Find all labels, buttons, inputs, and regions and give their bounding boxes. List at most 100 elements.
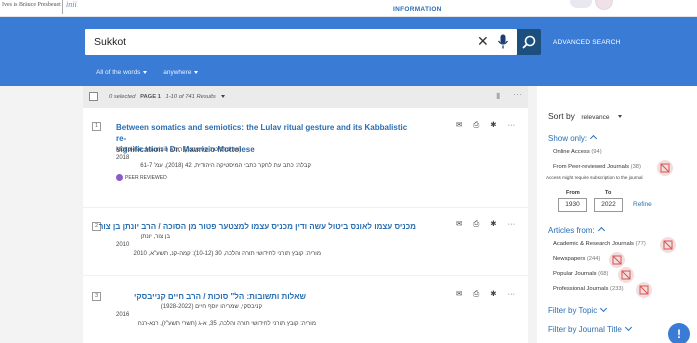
select-all-checkbox[interactable] [89, 92, 98, 101]
email-icon[interactable]: ✉ [456, 289, 462, 298]
chevron-down-icon [143, 70, 148, 74]
filter-professional-journals[interactable]: Professional Journals (233) [553, 286, 624, 292]
filter-count: (38) [630, 164, 641, 170]
result-author: קניבסקי, שמריהו יוסף חיים (1928-2022) [160, 304, 262, 310]
result-author: בן צור, יונתן [140, 234, 170, 240]
filter-newspapers[interactable]: Newspapers (244) [553, 256, 600, 262]
result-item: 3 שאלות ותשובות: הל" סוכות / הרב חיים קנ… [83, 285, 528, 340]
peer-reviewed-icon [116, 174, 123, 181]
refine-button[interactable]: Refine [633, 201, 652, 208]
pin-icon[interactable]: ✱ [490, 289, 496, 298]
library-logo[interactable]: inii [62, 0, 84, 14]
peer-reviewed-label: PEER REVIEWED [125, 174, 167, 181]
result-item: 2 מכניס עצמו לאונס ביטול עשה ודין מכניס … [83, 215, 528, 270]
result-number: 1 [92, 122, 101, 131]
result-divider [83, 207, 528, 208]
from-label: From [566, 190, 580, 196]
from-year-input[interactable]: 1930 [558, 198, 587, 212]
exclude-icon [663, 240, 673, 250]
advanced-search-link[interactable]: ADVANCED SEARCH [553, 39, 621, 46]
more-icon[interactable]: ··· [508, 289, 516, 298]
show-only-heading[interactable]: Show only: [548, 134, 598, 143]
filter-label: From Peer-reviewed Journals [553, 164, 630, 170]
filter-label: Academic & Research Journals [553, 241, 634, 247]
chevron-down-icon[interactable] [221, 94, 226, 98]
words-dropdown[interactable]: All of the words [96, 69, 148, 76]
top-bar: Ives is Bräuce Presbeuet inii INFORMATIO… [0, 0, 697, 17]
result-actions: ✉ ⎙ ✱ ··· [456, 289, 526, 299]
sort-control[interactable]: Sort by relevance [548, 111, 622, 121]
search-button[interactable] [517, 29, 541, 55]
search-scope: All of the words anywhere [96, 69, 212, 76]
email-icon[interactable]: ✉ [456, 120, 462, 129]
words-dropdown-label: All of the words [96, 69, 141, 76]
result-year: 2010 [116, 242, 130, 248]
result-title-link[interactable]: שאלות ותשובות: הל" סוכות / הרב חיים קניי… [116, 291, 306, 302]
clear-icon[interactable]: ✕ [477, 33, 489, 49]
results-toolbar: 0 selected PAGE 1 1-10 of 741 Results ▮ … [83, 86, 528, 108]
results-range: 1-10 of 741 Results [165, 94, 216, 100]
exclude-filter-button[interactable] [657, 160, 673, 176]
search-input[interactable]: Sukkot ✕ [85, 29, 517, 55]
to-label: To [605, 190, 612, 196]
articles-from-heading[interactable]: Articles from: [548, 226, 605, 235]
exclude-filter-button[interactable] [618, 267, 634, 283]
help-alert-button[interactable]: ! [668, 323, 690, 343]
filter-journal-heading[interactable]: Filter by Journal Title [548, 323, 632, 334]
exclude-icon [639, 285, 649, 295]
email-icon[interactable]: ✉ [456, 219, 462, 228]
sort-value[interactable]: relevance [581, 114, 609, 121]
result-year: 2016 [116, 312, 130, 318]
more-icon[interactable]: ··· [513, 90, 523, 99]
result-actions: ✉ ⎙ ✱ ··· [456, 219, 526, 229]
filter-peer-reviewed[interactable]: From Peer-reviewed Journals (38) [553, 164, 641, 170]
pin-icon[interactable]: ✱ [490, 219, 496, 228]
chevron-down-icon [624, 323, 632, 332]
subscription-note: Access might require subscription to the… [546, 175, 643, 180]
filter-popular-journals[interactable]: Popular Journals (68) [553, 271, 608, 277]
pin-icon[interactable]: ✱ [490, 120, 496, 129]
print-icon[interactable]: ⎙ [473, 289, 479, 298]
result-item: 1 Between somatics and semiotics: the Lu… [83, 112, 528, 204]
library-logo-text: Ives is Bräuce Presbeuet [2, 2, 61, 8]
to-year-input[interactable]: 2022 [594, 198, 623, 212]
peer-reviewed-badge: PEER REVIEWED [116, 174, 167, 181]
search-icon [522, 35, 536, 49]
more-icon[interactable]: ··· [508, 120, 516, 129]
chevron-up-icon [597, 226, 605, 235]
exclude-filter-button[interactable] [636, 282, 652, 298]
pin-icon[interactable]: ▮ [496, 91, 500, 100]
filter-label: Professional Journals [553, 286, 609, 292]
exclude-icon [621, 270, 631, 280]
microphone-icon[interactable] [497, 34, 511, 50]
sort-label: Sort by [548, 111, 575, 121]
filter-online-access[interactable]: Online Access (94) [553, 149, 602, 155]
information-link[interactable]: INFORMATION [393, 6, 442, 13]
filter-count: (233) [610, 286, 624, 292]
search-query[interactable]: Sukkot [94, 36, 126, 48]
filter-journal-label: Filter by Journal Title [548, 325, 622, 334]
show-only-label: Show only: [548, 134, 588, 143]
result-number: 3 [92, 292, 101, 301]
result-author: Mottolese, Maurizio אוניברסיטת ספיאנצה) … [116, 147, 242, 153]
filter-academic-journals[interactable]: Academic & Research Journals (77) [553, 241, 646, 247]
user-menu[interactable] [570, 0, 592, 8]
print-icon[interactable]: ⎙ [473, 120, 479, 129]
exclude-filter-button[interactable] [609, 252, 625, 268]
filter-label: Online Access [553, 149, 590, 155]
exclude-filter-button[interactable] [660, 237, 676, 253]
exclude-icon [612, 255, 622, 265]
chevron-up-icon [590, 134, 598, 143]
results-summary: 0 selected PAGE 1 1-10 of 741 Results [109, 94, 226, 100]
articles-from-label: Articles from: [548, 226, 595, 235]
result-title-link[interactable]: מכניס עצמו לאונס ביטול עשה ודין מכניס עצ… [99, 221, 416, 232]
page-label: PAGE 1 [140, 94, 161, 100]
field-dropdown[interactable]: anywhere [163, 69, 199, 76]
more-icon[interactable]: ··· [508, 219, 516, 228]
filter-topic-heading[interactable]: Filter by Topic [548, 304, 608, 315]
filter-topic-label: Filter by Topic [548, 306, 598, 315]
filter-count: (77) [635, 241, 646, 247]
avatar[interactable] [595, 0, 613, 10]
print-icon[interactable]: ⎙ [473, 219, 479, 228]
exclude-icon [660, 163, 670, 173]
